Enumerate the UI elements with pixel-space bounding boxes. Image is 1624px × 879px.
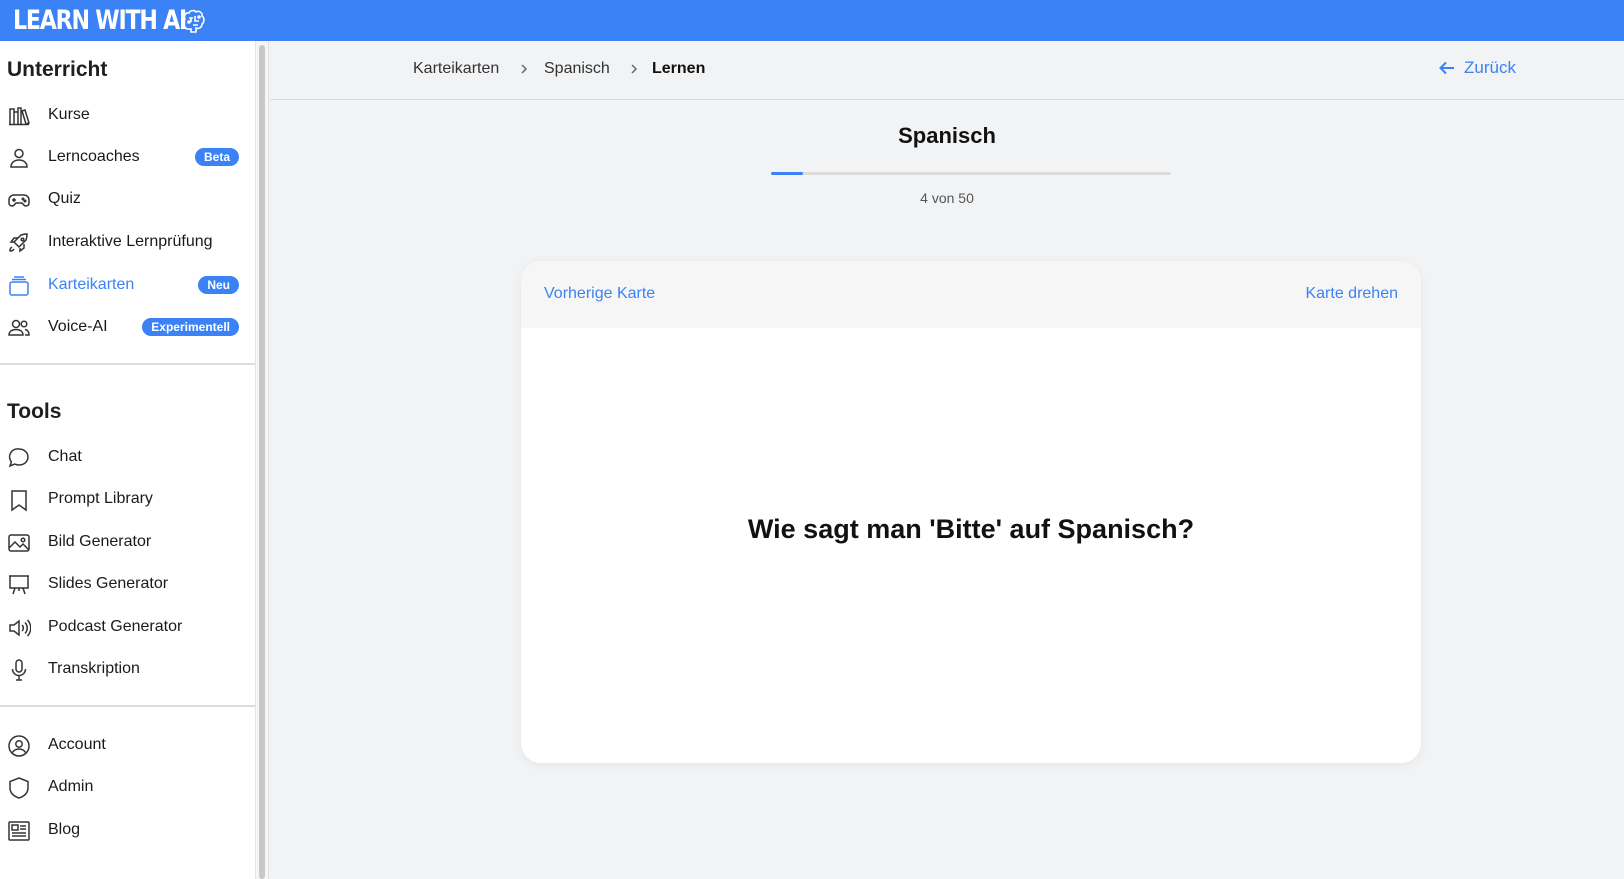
section-title-unterricht: Unterricht — [7, 58, 108, 81]
speaker-icon — [9, 619, 31, 637]
bookmark-icon — [11, 490, 27, 512]
sidebar-item-account[interactable]: Account — [0, 725, 255, 765]
sidebar-item-label: Account — [48, 736, 106, 753]
sidebar-item-label: Prompt Library — [48, 490, 153, 507]
sidebar-item-label: Karteikarten — [48, 276, 135, 293]
sidebar-item-label: Chat — [48, 448, 82, 465]
sidebar-item-chat[interactable]: Chat — [0, 437, 255, 477]
newspaper-icon — [8, 821, 30, 841]
logo-text[interactable]: LEARN WITH AI — [13, 5, 187, 36]
deck-title: Spanisch — [898, 123, 996, 148]
chevron-right-icon — [631, 64, 638, 74]
shield-icon — [9, 777, 29, 799]
progress-text: 4 von 50 — [920, 190, 974, 206]
experimentell-badge: Experimentell — [142, 318, 239, 336]
books-icon — [9, 107, 30, 126]
gamepad-icon — [8, 194, 30, 207]
user-icon — [10, 148, 28, 168]
beta-badge: Beta — [194, 148, 239, 166]
sidebar: Unterricht Kurse Lerncoaches Beta Quiz I… — [0, 41, 255, 879]
sidebar-item-admin[interactable]: Admin — [0, 767, 255, 807]
flashcard-question: Wie sagt man 'Bitte' auf Spanisch? — [747, 514, 1195, 544]
sidebar-divider — [0, 705, 255, 707]
image-icon — [8, 534, 30, 552]
sidebar-item-label: Transkription — [48, 660, 140, 677]
chat-icon — [8, 448, 29, 468]
sidebar-item-label: Voice-AI — [48, 318, 108, 335]
sidebar-item-quiz[interactable]: Quiz — [0, 179, 255, 219]
rocket-icon — [9, 233, 28, 253]
previous-card-button[interactable]: Vorherige Karte — [544, 285, 655, 303]
sidebar-item-interaktive-lernpruefung[interactable]: Interaktive Lernprüfung — [0, 222, 255, 262]
flashcard[interactable]: Vorherige Karte Karte drehen Wie sagt ma… — [521, 261, 1421, 763]
presentation-icon — [9, 575, 29, 595]
sidebar-item-label: Bild Generator — [48, 533, 152, 550]
back-label: Zurück — [1464, 58, 1516, 77]
sidebar-item-label: Kurse — [48, 106, 90, 123]
sidebar-item-slides-generator[interactable]: Slides Generator — [0, 564, 255, 604]
breadcrumb-lernen: Lernen — [652, 60, 706, 77]
sidebar-item-label: Quiz — [48, 190, 81, 207]
progress-bar — [771, 172, 1171, 175]
microphone-icon — [11, 659, 27, 681]
sidebar-item-label: Lerncoaches — [48, 148, 140, 165]
sidebar-item-blog[interactable]: Blog — [0, 810, 255, 850]
breadcrumb-karteikarten[interactable]: Karteikarten — [413, 60, 499, 78]
sidebar-item-label: Interaktive Lernprüfung — [48, 233, 213, 250]
sidebar-item-podcast-generator[interactable]: Podcast Generator — [0, 607, 255, 647]
neu-badge: Neu — [198, 276, 239, 294]
sidebar-item-prompt-library[interactable]: Prompt Library — [0, 479, 255, 519]
sidebar-item-voice-ai[interactable]: Voice-AI Experimentell — [0, 307, 255, 347]
scrollbar-thumb[interactable] — [259, 45, 265, 879]
breadcrumb-spanisch[interactable]: Spanisch — [544, 60, 610, 78]
sidebar-scrollbar[interactable] — [255, 41, 269, 879]
brain-logo-icon — [182, 9, 205, 33]
flip-card-button[interactable]: Karte drehen — [1305, 285, 1398, 303]
sidebar-item-kurse[interactable]: Kurse — [0, 95, 255, 135]
sidebar-item-label: Admin — [48, 778, 94, 795]
sidebar-item-transkription[interactable]: Transkription — [0, 649, 255, 689]
chevron-right-icon — [521, 64, 528, 74]
sidebar-item-lerncoaches[interactable]: Lerncoaches Beta — [0, 137, 255, 177]
sidebar-item-label: Blog — [48, 821, 81, 838]
flashcard-header: Vorherige Karte Karte drehen — [521, 261, 1421, 328]
sidebar-item-karteikarten[interactable]: Karteikarten Neu — [0, 265, 255, 305]
back-button[interactable]: Zurück — [1438, 58, 1516, 78]
sidebar-item-label: Podcast Generator — [48, 618, 183, 635]
account-icon — [8, 735, 30, 757]
progress-fill — [771, 172, 803, 175]
sidebar-item-label: Slides Generator — [48, 575, 169, 592]
arrow-left-icon — [1439, 61, 1454, 75]
breadcrumb: Karteikarten Spanisch Lernen Zurück — [270, 41, 1624, 100]
cards-icon — [9, 276, 29, 296]
main-content: Karteikarten Spanisch Lernen Zurück Span… — [270, 41, 1624, 879]
section-title-tools: Tools — [7, 400, 62, 423]
sidebar-divider — [0, 363, 255, 365]
top-bar: LEARN WITH AI — [0, 0, 1624, 41]
users-icon — [8, 319, 30, 336]
sidebar-item-bild-generator[interactable]: Bild Generator — [0, 522, 255, 562]
